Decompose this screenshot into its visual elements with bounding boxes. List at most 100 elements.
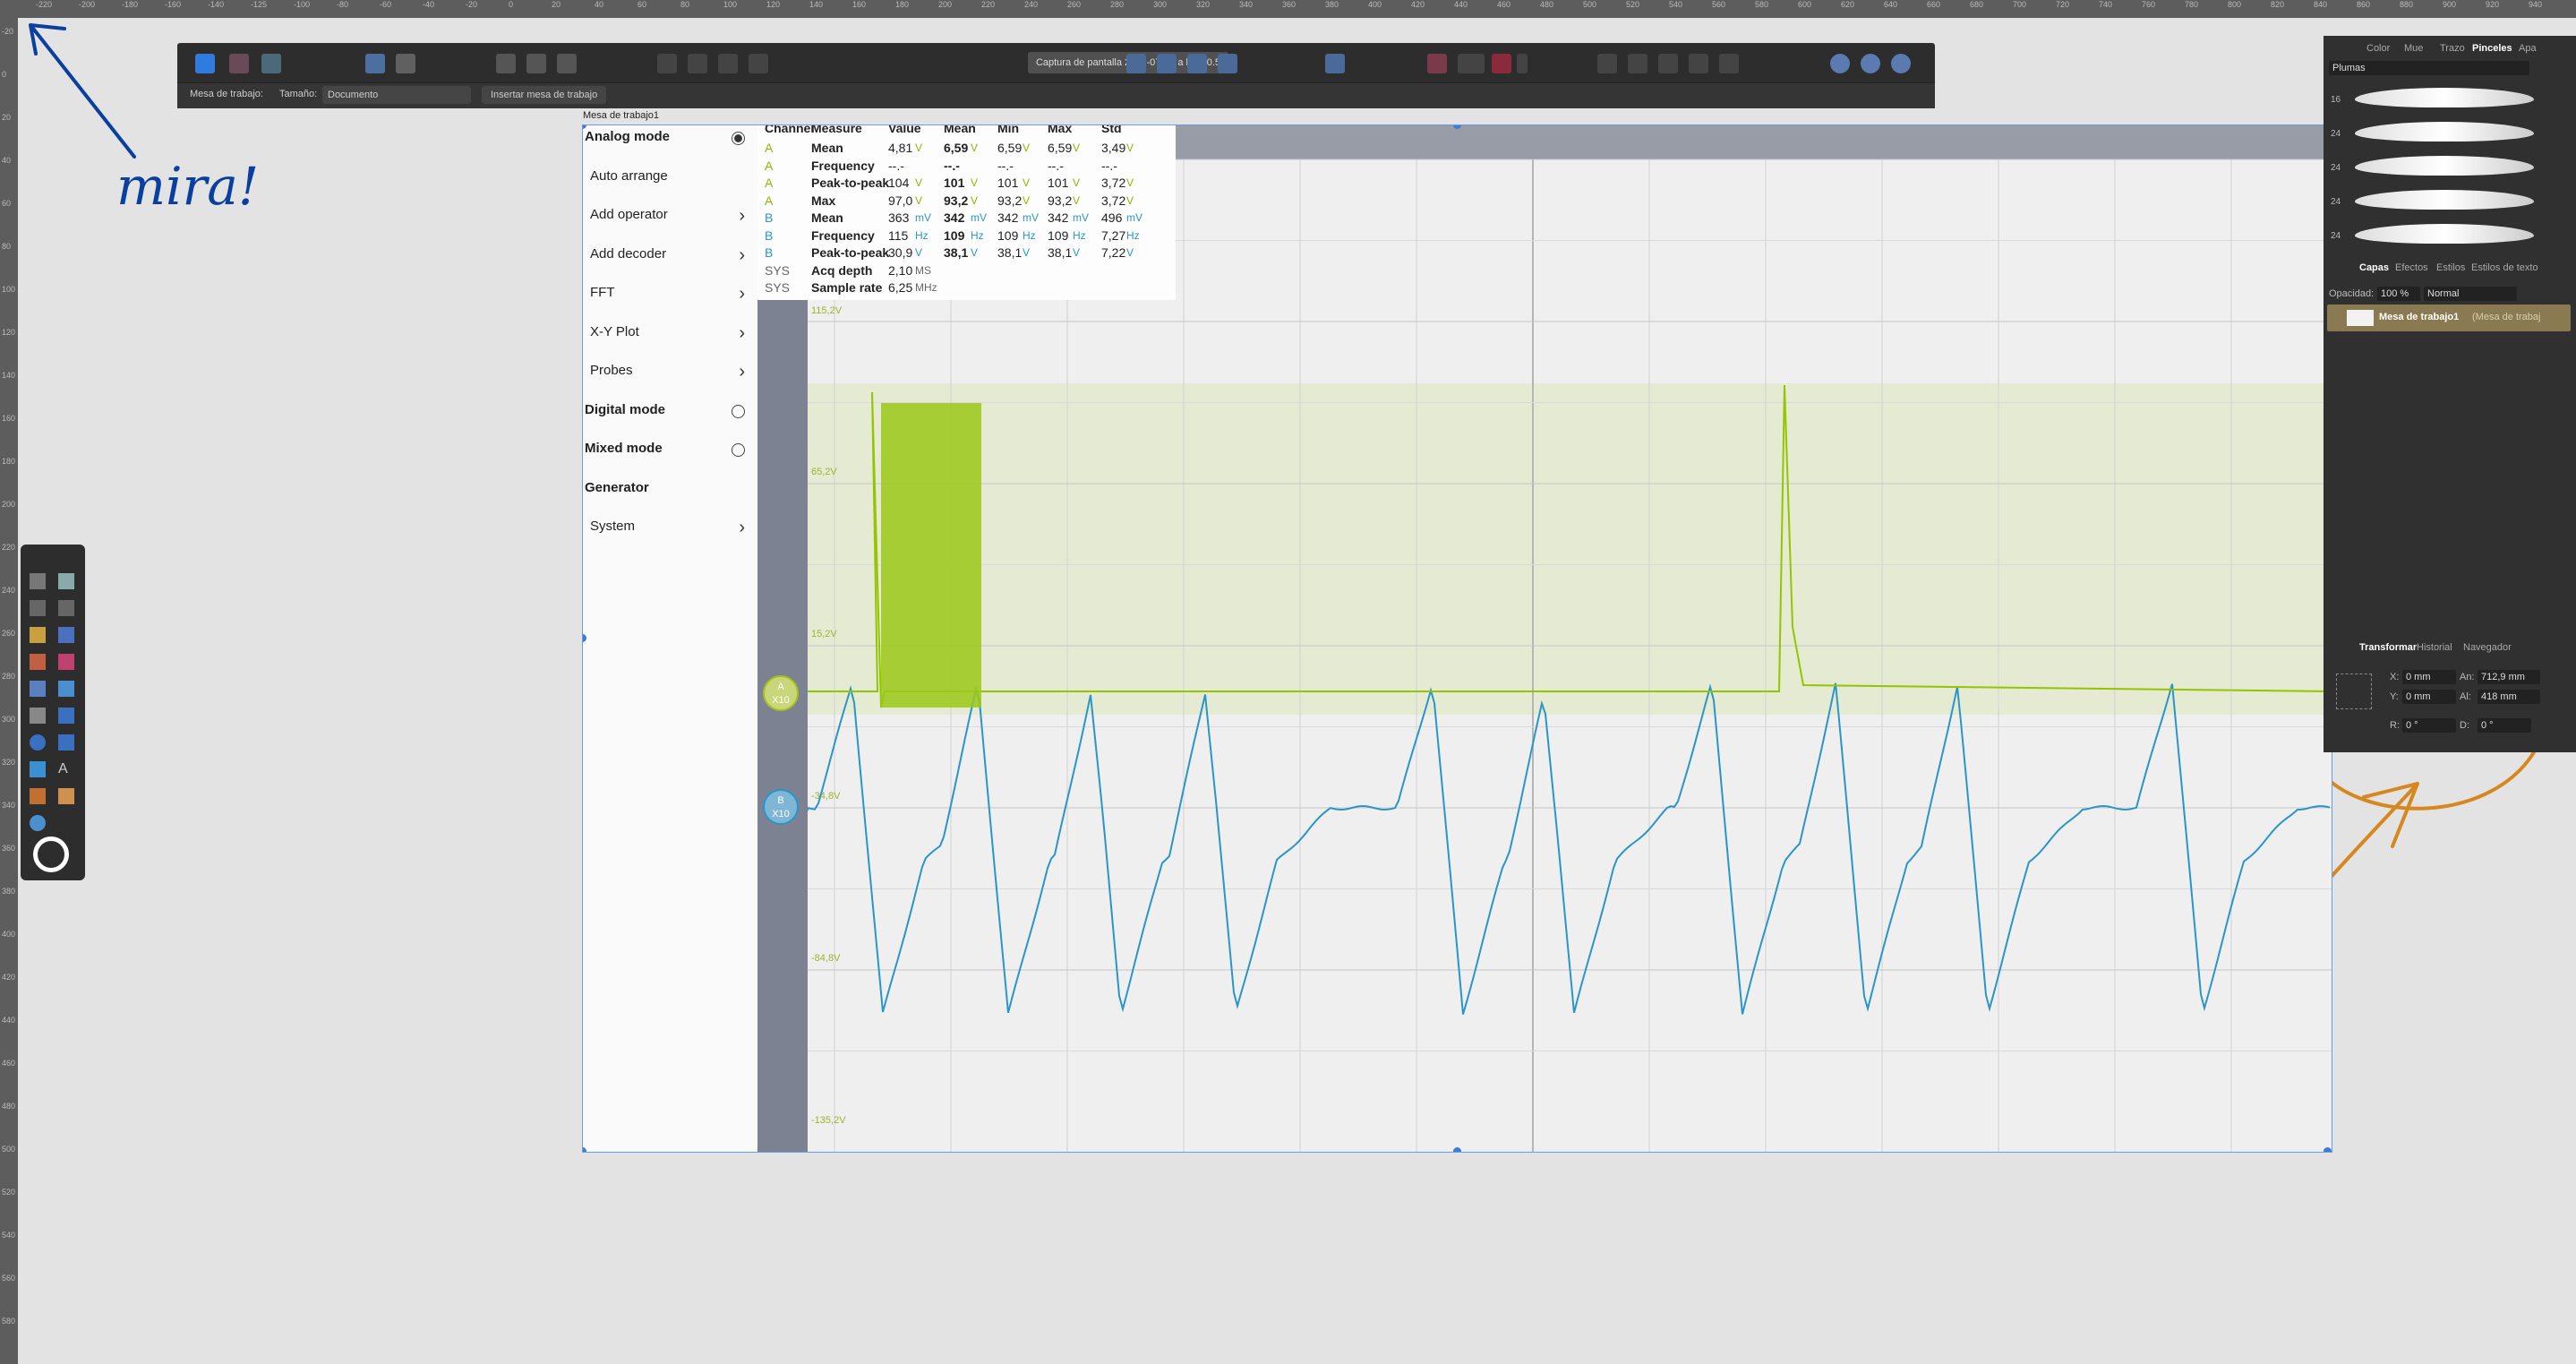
pixel-persona-icon[interactable] bbox=[229, 54, 249, 73]
opacity-field[interactable]: 100 % bbox=[2377, 287, 2420, 301]
mode-icon-1[interactable] bbox=[1830, 54, 1850, 73]
flip-horizontal-icon[interactable] bbox=[1126, 54, 1146, 73]
menu-item[interactable]: Add operator › bbox=[583, 205, 757, 241]
menu-item[interactable]: Add decoder › bbox=[583, 244, 757, 280]
tab-appearance[interactable]: Apa bbox=[2519, 39, 2537, 58]
arrange-forward-icon[interactable] bbox=[718, 54, 738, 73]
corner-tool-icon[interactable] bbox=[58, 600, 74, 616]
menu-item[interactable]: Mixed mode bbox=[583, 439, 757, 475]
frame-tool-icon[interactable] bbox=[58, 708, 74, 724]
tab-color[interactable]: Color bbox=[2366, 39, 2390, 58]
ellipse-tool-icon[interactable] bbox=[30, 734, 46, 751]
hand-tool-icon[interactable] bbox=[58, 788, 74, 804]
arrange-back-icon[interactable] bbox=[657, 54, 677, 73]
mode-icon-2[interactable] bbox=[1861, 54, 1880, 73]
table-cell: 3,72 bbox=[1101, 193, 1126, 208]
flip-vertical-icon[interactable] bbox=[1157, 54, 1177, 73]
tab-brushes[interactable]: Pinceles bbox=[2472, 39, 2512, 58]
tab-stroke[interactable]: Trazo bbox=[2440, 39, 2465, 58]
snapping-magnet-icon[interactable] bbox=[1492, 54, 1511, 73]
tab-layers[interactable]: Capas bbox=[2359, 258, 2389, 278]
view-fit-icon[interactable] bbox=[526, 54, 546, 73]
tab-swatches[interactable]: Mue bbox=[2404, 39, 2423, 58]
boolean-xor-icon[interactable] bbox=[1689, 54, 1708, 73]
align-icon[interactable] bbox=[1325, 54, 1345, 73]
artboard[interactable]: 115,2V 65,2V 15,2V -34,8V -84,8V -135,2V… bbox=[582, 124, 2332, 1153]
mode-icon-3[interactable] bbox=[1891, 54, 1911, 73]
blend-mode-select[interactable]: Normal bbox=[2424, 287, 2517, 301]
app-logo-icon[interactable] bbox=[195, 54, 215, 73]
view-mode-icon[interactable] bbox=[496, 54, 516, 73]
snap-options-icon[interactable] bbox=[1458, 54, 1485, 73]
crop-tool-icon[interactable] bbox=[30, 708, 46, 724]
place-image-icon[interactable] bbox=[58, 681, 74, 697]
boolean-add-icon[interactable] bbox=[1597, 54, 1617, 73]
radio-button[interactable] bbox=[732, 132, 745, 145]
menu-item[interactable]: Analog mode bbox=[583, 127, 757, 163]
height-field[interactable]: 418 mm bbox=[2478, 690, 2540, 704]
tab-history[interactable]: Historial bbox=[2417, 638, 2452, 657]
rotate-right-icon[interactable] bbox=[1218, 54, 1237, 73]
menu-item[interactable]: Auto arrange bbox=[583, 167, 757, 202]
tab-navigator[interactable]: Navegador bbox=[2463, 638, 2512, 657]
tab-styles[interactable]: Estilos bbox=[2436, 258, 2465, 278]
shear-field[interactable]: 0 ° bbox=[2478, 718, 2531, 733]
brush-item[interactable]: 24 bbox=[2324, 186, 2576, 220]
brush-item[interactable]: 24 bbox=[2324, 220, 2576, 254]
brush-item[interactable]: 24 bbox=[2324, 118, 2576, 152]
width-field[interactable]: 712,9 mm bbox=[2478, 670, 2540, 684]
radio-button[interactable] bbox=[732, 404, 745, 418]
view-grid-icon[interactable] bbox=[557, 54, 577, 73]
channel-a-marker[interactable]: A X10 bbox=[763, 675, 799, 711]
fill-tool-icon[interactable] bbox=[58, 654, 74, 670]
grid-snap-icon[interactable] bbox=[1427, 54, 1447, 73]
channel-b-marker[interactable]: B X10 bbox=[763, 789, 799, 825]
arrange-front-icon[interactable] bbox=[749, 54, 768, 73]
shape-tool-icon[interactable] bbox=[30, 761, 46, 777]
boolean-subtract-icon[interactable] bbox=[1628, 54, 1647, 73]
brush-tool-icon[interactable] bbox=[30, 654, 46, 670]
chevron-down-icon[interactable] bbox=[1517, 54, 1528, 73]
menu-item[interactable]: Generator bbox=[583, 478, 757, 514]
menu-item[interactable]: System › bbox=[583, 517, 757, 553]
preferences-icon[interactable] bbox=[396, 54, 415, 73]
brush-category-select[interactable]: Plumas bbox=[2329, 61, 2529, 75]
insert-artboard-button[interactable]: Insertar mesa de trabajo bbox=[482, 86, 607, 104]
menu-item[interactable]: Digital mode bbox=[583, 400, 757, 436]
selection-handle-bottom[interactable] bbox=[1453, 1147, 1461, 1152]
rectangle-tool-icon[interactable] bbox=[58, 734, 74, 751]
tab-text-styles[interactable]: Estilos de texto bbox=[2471, 258, 2538, 278]
chevron-right-icon: › bbox=[739, 244, 745, 265]
menu-item[interactable]: X-Y Plot › bbox=[583, 322, 757, 358]
x-field[interactable]: 0 mm bbox=[2402, 670, 2456, 684]
menu-item[interactable]: FFT › bbox=[583, 283, 757, 319]
pen-tool-icon[interactable] bbox=[30, 627, 46, 643]
rotate-left-icon[interactable] bbox=[1187, 54, 1207, 73]
move-tool-icon[interactable] bbox=[30, 573, 46, 589]
zoom-tool-icon[interactable] bbox=[30, 815, 46, 831]
rotation-field[interactable]: 0 ° bbox=[2402, 718, 2456, 733]
radio-button[interactable] bbox=[732, 443, 745, 457]
tab-transform[interactable]: Transformar bbox=[2359, 638, 2417, 657]
boolean-intersect-icon[interactable] bbox=[1658, 54, 1678, 73]
arrange-backward-icon[interactable] bbox=[688, 54, 707, 73]
boolean-divide-icon[interactable] bbox=[1719, 54, 1739, 73]
transparency-tool-icon[interactable] bbox=[30, 681, 46, 697]
size-select[interactable]: Documento bbox=[322, 86, 471, 104]
eyedropper-tool-icon[interactable] bbox=[30, 788, 46, 804]
y-field[interactable]: 0 mm bbox=[2402, 690, 2456, 704]
export-persona-icon[interactable] bbox=[261, 54, 281, 73]
artboard-tool-icon[interactable] bbox=[58, 573, 74, 589]
layer-row[interactable]: Mesa de trabajo1 (Mesa de trabaj bbox=[2327, 305, 2571, 331]
text-tool-icon[interactable]: A bbox=[58, 761, 74, 777]
brush-item[interactable]: 16 bbox=[2324, 84, 2576, 118]
tab-effects[interactable]: Efectos bbox=[2395, 258, 2428, 278]
selection-handle-br[interactable] bbox=[2324, 1147, 2332, 1152]
node-tool-icon[interactable] bbox=[30, 600, 46, 616]
assistant-icon[interactable] bbox=[365, 54, 385, 73]
pencil-tool-icon[interactable] bbox=[58, 627, 74, 643]
brush-item[interactable]: 24 bbox=[2324, 152, 2576, 186]
anchor-selector[interactable] bbox=[2336, 673, 2372, 709]
menu-item[interactable]: Probes › bbox=[583, 361, 757, 397]
color-swatch-icon[interactable] bbox=[33, 836, 69, 872]
